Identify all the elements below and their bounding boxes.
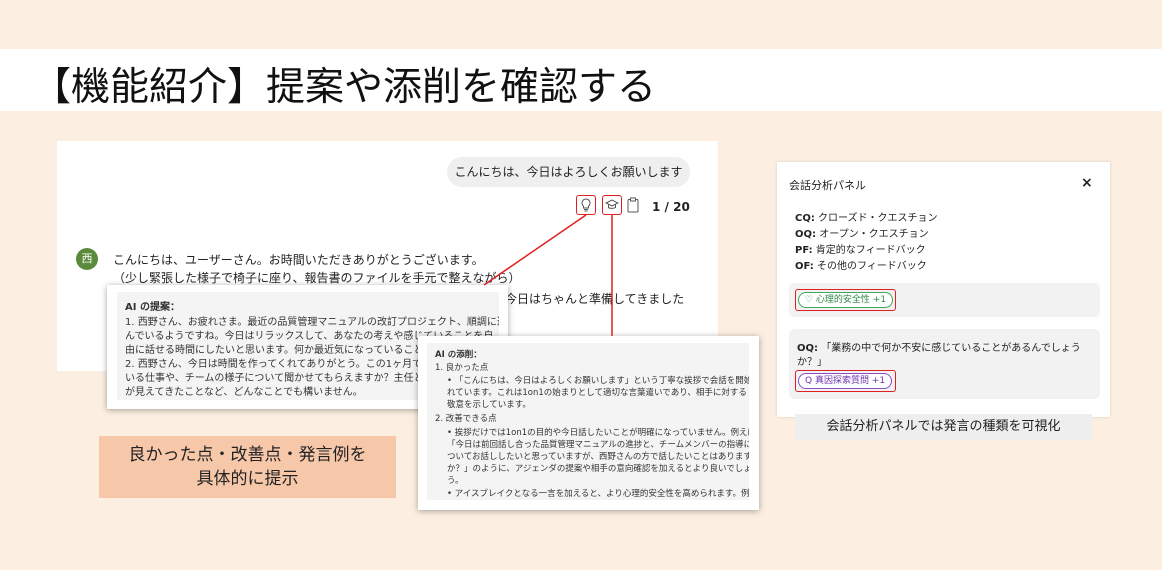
page-counter: 1 / 20 xyxy=(652,200,690,214)
utterance-text: OQ: 「業務の中で何か不安に感じていることがあるんでしょう xyxy=(797,343,1081,354)
correction-line: • アイスブレイクとなる一言を加えると、より心理的安全性を高められます。例え xyxy=(447,489,749,499)
ai-correction-content: AI の添削： 1. 良かった点 • 「こんにちは、今日はよろしくお願いします」… xyxy=(427,343,749,500)
user-message-bubble: こんにちは、今日はよろしくお願いします xyxy=(447,157,690,187)
correction-line: か？」のように、アジェンダの提案や相手の意向確認を加えるとより良いでしょ xyxy=(447,464,749,474)
suggestion-line: が見えてきたことなど、どんなことでも構いません。 xyxy=(125,387,363,398)
graduation-cap-icon[interactable] xyxy=(602,195,622,215)
correction-line: • 「こんにちは、今日はよろしくお願いします」という丁寧な挨拶で会話を開始さ xyxy=(447,376,749,386)
correction-heading: 1. 良かった点 xyxy=(435,363,489,373)
psychological-safety-tag: ♡ 心理的安全性 +1 xyxy=(798,292,894,308)
clipboard-icon[interactable] xyxy=(627,197,641,214)
correction-line: ついてお話ししたいと思っていますが、西野さんの方で話したいことはあります xyxy=(447,452,749,462)
suggestion-line: 由に話せる時間にしたいと思います。何か最近気になっていること xyxy=(125,345,424,356)
correction-line: 敬意を示しています。 xyxy=(447,400,531,410)
suggestion-line: 2. 西野さん、今日は時間を作ってくれてありがとう。この1ヶ月で特に xyxy=(125,359,443,370)
correction-line: れています。これは1on1の始まりとして適切な言葉遣いであり、相手に対する xyxy=(447,388,747,398)
panel-title: 会話分析パネル xyxy=(789,179,866,192)
panel-caption: 会話分析パネルでは発言の種類を可視化 xyxy=(795,414,1092,440)
correction-heading: 2. 改善できる点 xyxy=(435,414,497,424)
callout-line: 具体的に提示 xyxy=(196,469,299,489)
correction-line: う。 xyxy=(447,476,464,486)
feature-callout: 良かった点・改善点・発言例を 具体的に提示 xyxy=(99,436,396,498)
avatar: 西 xyxy=(76,248,98,270)
utterance-text: か？」 xyxy=(797,357,827,368)
lightbulb-icon[interactable] xyxy=(576,195,596,215)
legend-item: OF: その他のフィードバック xyxy=(795,261,927,272)
close-icon[interactable]: × xyxy=(1081,175,1093,191)
legend-item: CQ: クローズド・クエスチョン xyxy=(795,213,938,224)
correction-title: AI の添削： xyxy=(435,350,482,360)
page-title: 【機能紹介】提案や添削を確認する xyxy=(32,65,657,110)
ai-reply-line: （少し緊張した様子で椅子に座り、報告書のファイルを手元で整えながら） xyxy=(113,271,521,285)
correction-line: • 挨拶だけでは1on1の目的や今日話したいことが明確になっていません。例えば xyxy=(447,428,749,438)
callout-line: 良かった点・改善点・発言例を xyxy=(128,445,367,465)
legend-item: PF: 肯定的なフィードバック xyxy=(795,245,926,256)
ai-reply-line: 今日はちゃんと準備してきました xyxy=(505,292,685,306)
correction-line: 「今日は前回話し合った品質管理マニュアルの進捗と、チームメンバーの指導に xyxy=(447,440,749,450)
root-cause-question-tag: Q 真因探索質問 +1 xyxy=(798,373,893,389)
suggestion-title: AI の提案： xyxy=(125,302,180,313)
ai-reply-line: こんにちは、ユーザーさん。お時間いただきありがとうございます。 xyxy=(113,253,484,267)
suggestion-line: 1. 西野さん、お疲れさま。最近の品質管理マニュアルの改訂プロジェクト、順調に進 xyxy=(125,317,499,328)
legend-item: OQ: オープン・クエスチョン xyxy=(795,229,929,240)
suggestion-line: いる仕事や、チームの様子について聞かせてもらえますか？主任と xyxy=(125,373,424,384)
